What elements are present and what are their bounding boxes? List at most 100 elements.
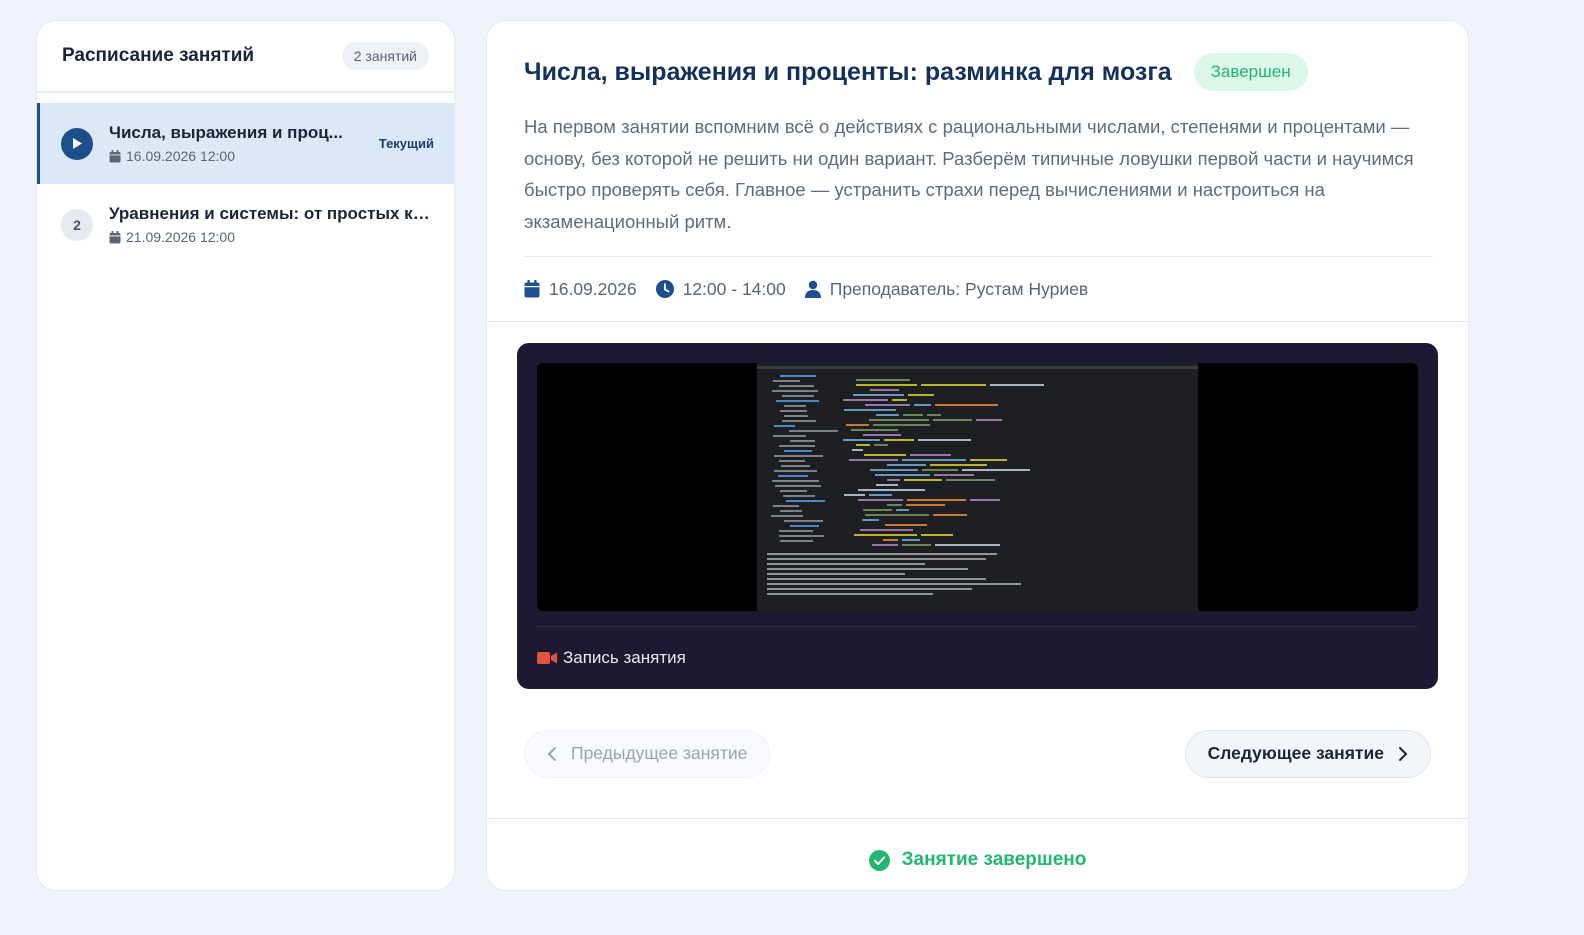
lesson-item-title: Уравнения и системы: от простых к те... xyxy=(109,204,434,223)
calendar-icon xyxy=(109,149,121,162)
lesson-date: 16.09.2026 xyxy=(524,279,637,300)
code-line xyxy=(858,499,903,501)
code-line xyxy=(946,479,995,481)
code-line xyxy=(773,435,806,437)
lesson-item-2[interactable]: 2 Уравнения и системы: от простых к те..… xyxy=(37,184,454,265)
code-line xyxy=(876,484,898,486)
code-line xyxy=(778,475,808,477)
code-line xyxy=(779,445,815,447)
code-line xyxy=(870,389,899,391)
video-frame[interactable] xyxy=(537,363,1418,611)
code-line xyxy=(780,540,813,542)
code-line xyxy=(774,425,795,427)
player-footer: Запись занятия xyxy=(537,626,1418,688)
code-line xyxy=(976,419,1002,421)
code-line xyxy=(772,390,818,392)
code-line xyxy=(962,469,1030,471)
calendar-icon xyxy=(109,230,121,243)
code-line xyxy=(869,419,929,421)
code-line xyxy=(767,588,972,590)
code-line xyxy=(782,395,814,397)
code-line xyxy=(914,404,931,406)
code-line xyxy=(767,563,925,565)
code-line xyxy=(779,535,824,537)
code-line xyxy=(896,509,909,511)
lesson-item-date-row: 21.09.2026 12:00 xyxy=(109,229,434,245)
calendar-icon xyxy=(524,280,540,298)
code-line xyxy=(780,490,807,492)
code-line xyxy=(887,479,900,481)
code-line xyxy=(903,414,923,416)
recording-caption: Запись занятия xyxy=(563,647,686,667)
clock-icon xyxy=(655,280,674,298)
code-line xyxy=(904,479,942,481)
user-icon xyxy=(804,280,821,298)
lesson-schedule-sidebar: Расписание занятий 2 занятий Числа, выра… xyxy=(36,20,455,891)
code-line xyxy=(872,544,898,546)
code-line xyxy=(767,573,905,575)
code-line xyxy=(780,410,807,412)
completion-label: Занятие завершено xyxy=(901,849,1087,870)
recording-thumbnail xyxy=(757,363,1198,611)
code-line xyxy=(790,525,819,527)
code-line xyxy=(784,415,808,417)
code-line xyxy=(864,454,906,456)
code-line xyxy=(887,464,926,466)
code-line xyxy=(883,539,898,541)
code-line xyxy=(863,434,901,436)
code-line xyxy=(906,504,945,506)
code-line xyxy=(869,494,892,496)
code-line xyxy=(873,424,930,426)
lesson-item-1[interactable]: Числа, выражения и проц... 16.09.2026 12… xyxy=(37,103,454,184)
code-line xyxy=(922,469,958,471)
code-line xyxy=(771,515,803,517)
code-line xyxy=(779,460,805,462)
code-line xyxy=(921,534,953,536)
code-line xyxy=(780,375,816,377)
code-line xyxy=(782,420,816,422)
code-line xyxy=(846,424,869,426)
code-line xyxy=(784,520,823,522)
code-line xyxy=(779,530,813,532)
play-icon xyxy=(61,127,93,160)
code-line xyxy=(779,385,814,387)
code-line xyxy=(783,495,815,497)
check-circle-icon xyxy=(868,849,890,871)
code-line xyxy=(767,568,968,570)
status-badge: Завершен xyxy=(1193,53,1308,91)
code-line xyxy=(843,399,888,401)
code-line xyxy=(844,409,896,411)
code-line xyxy=(910,454,951,456)
code-line xyxy=(865,514,929,516)
code-line xyxy=(902,544,931,546)
code-line xyxy=(844,494,865,496)
previous-lesson-button[interactable]: Предыдущее занятие xyxy=(524,729,771,778)
lesson-detail-panel: Числа, выражения и проценты: разминка дл… xyxy=(486,20,1469,891)
lesson-title-row: Числа, выражения и проценты: разминка дл… xyxy=(524,53,1431,91)
completion-banner: Занятие завершено xyxy=(487,819,1468,890)
code-line xyxy=(865,404,910,406)
code-line xyxy=(970,459,1007,461)
code-line xyxy=(856,379,910,381)
previous-lesson-label: Предыдущее занятие xyxy=(571,743,748,763)
current-lesson-label: Текущий xyxy=(378,136,434,151)
lesson-date-text: 16.09.2026 xyxy=(549,278,637,299)
code-line xyxy=(870,469,918,471)
code-line xyxy=(774,455,823,457)
code-line xyxy=(767,558,986,560)
code-line xyxy=(935,404,998,406)
lesson-meta: 16.09.2026 12:00 - 14:00 Преподаватель: … xyxy=(524,257,1431,321)
code-line xyxy=(874,444,888,446)
code-line xyxy=(774,470,817,472)
code-line xyxy=(970,499,1000,501)
next-lesson-button[interactable]: Следующее занятие xyxy=(1184,729,1431,778)
code-line xyxy=(921,384,986,386)
next-lesson-label: Следующее занятие xyxy=(1207,743,1384,763)
code-line xyxy=(908,394,934,396)
lesson-title: Числа, выражения и проценты: разминка дл… xyxy=(524,57,1172,86)
code-line xyxy=(853,394,904,396)
ide-toolbar xyxy=(757,366,1198,369)
code-line xyxy=(784,450,812,452)
lesson-item-date-row: 16.09.2026 12:00 xyxy=(109,148,369,164)
lesson-number-badge: 2 xyxy=(61,208,93,241)
